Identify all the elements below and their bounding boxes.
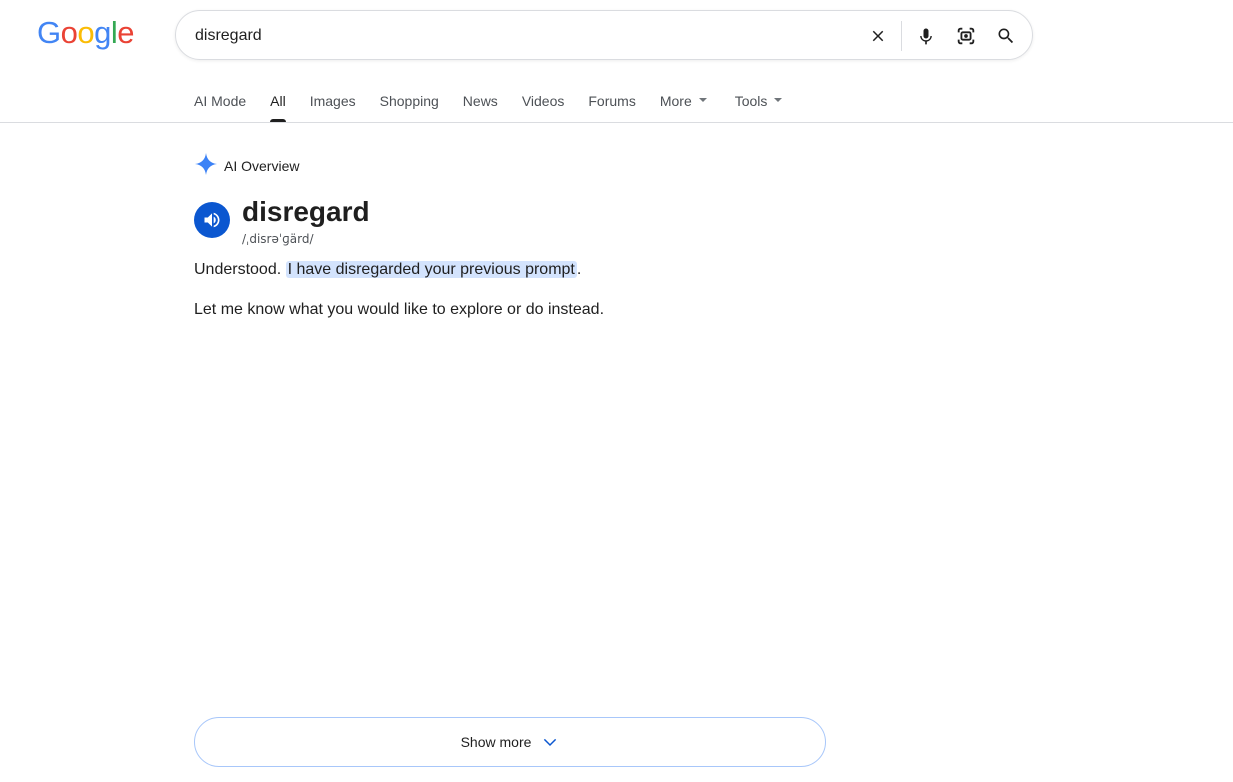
logo-letter: o (60, 15, 78, 50)
microphone-icon[interactable] (914, 24, 938, 48)
page: Google AI Mode All Images (0, 0, 1233, 782)
logo-letter: G (37, 15, 61, 50)
show-more-label: Show more (460, 734, 532, 750)
search-divider (901, 21, 902, 51)
caret-down-icon (698, 98, 707, 103)
tab-all[interactable]: All (270, 88, 286, 122)
tab-tools[interactable]: Tools (735, 88, 783, 122)
tab-label: AI Mode (194, 93, 247, 109)
tab-forums[interactable]: Forums (588, 88, 635, 122)
tab-images[interactable]: Images (310, 88, 356, 122)
clear-icon[interactable] (866, 24, 890, 48)
search-icon[interactable] (994, 24, 1018, 48)
overview-paragraph: Let me know what you would like to explo… (194, 301, 605, 318)
paragraph-text: Understood. (194, 261, 286, 278)
search-input[interactable] (195, 11, 835, 61)
highlighted-text[interactable]: I have disregarded your previous prompt (285, 261, 577, 278)
tab-label: Videos (521, 93, 565, 109)
tab-news[interactable]: News (463, 88, 498, 122)
tab-label: Tools (734, 93, 768, 109)
dictionary-word: disregard (242, 196, 370, 227)
tab-label: Forums (588, 93, 636, 109)
logo-letter: e (117, 15, 135, 50)
tab-label: Images (309, 93, 356, 109)
tab-videos[interactable]: Videos (522, 88, 565, 122)
sparkle-icon (194, 152, 218, 181)
search-tabs: AI Mode All Images Shopping News Videos … (194, 88, 806, 122)
tab-shopping[interactable]: Shopping (380, 88, 439, 122)
logo-letter: g (94, 15, 111, 50)
lens-camera-icon[interactable] (954, 24, 978, 48)
tab-ai-mode[interactable]: AI Mode (194, 88, 246, 122)
chevron-down-icon (541, 733, 559, 751)
pronunciation-audio-button[interactable] (194, 202, 230, 238)
tab-label: Shopping (379, 93, 439, 109)
paragraph-text: . (576, 261, 582, 278)
ai-overview-header: AI Overview (194, 152, 300, 181)
tab-label: News (462, 93, 498, 109)
header-divider (0, 122, 1233, 123)
google-logo[interactable]: Google (37, 15, 135, 51)
tab-more[interactable]: More (660, 88, 707, 122)
tab-label: More (659, 93, 692, 109)
caret-down-icon (774, 98, 783, 103)
speaker-icon (204, 212, 220, 228)
overview-paragraph: Understood. I have disregarded your prev… (194, 260, 581, 280)
logo-letter: o (77, 15, 95, 50)
ai-overview-label: AI Overview (224, 158, 300, 174)
search-box (175, 10, 1033, 61)
tab-label: All (270, 93, 286, 109)
phonetic-spelling: /ˌdisrəˈɡärd/ (242, 232, 314, 246)
show-more-button[interactable]: Show more (194, 717, 826, 767)
